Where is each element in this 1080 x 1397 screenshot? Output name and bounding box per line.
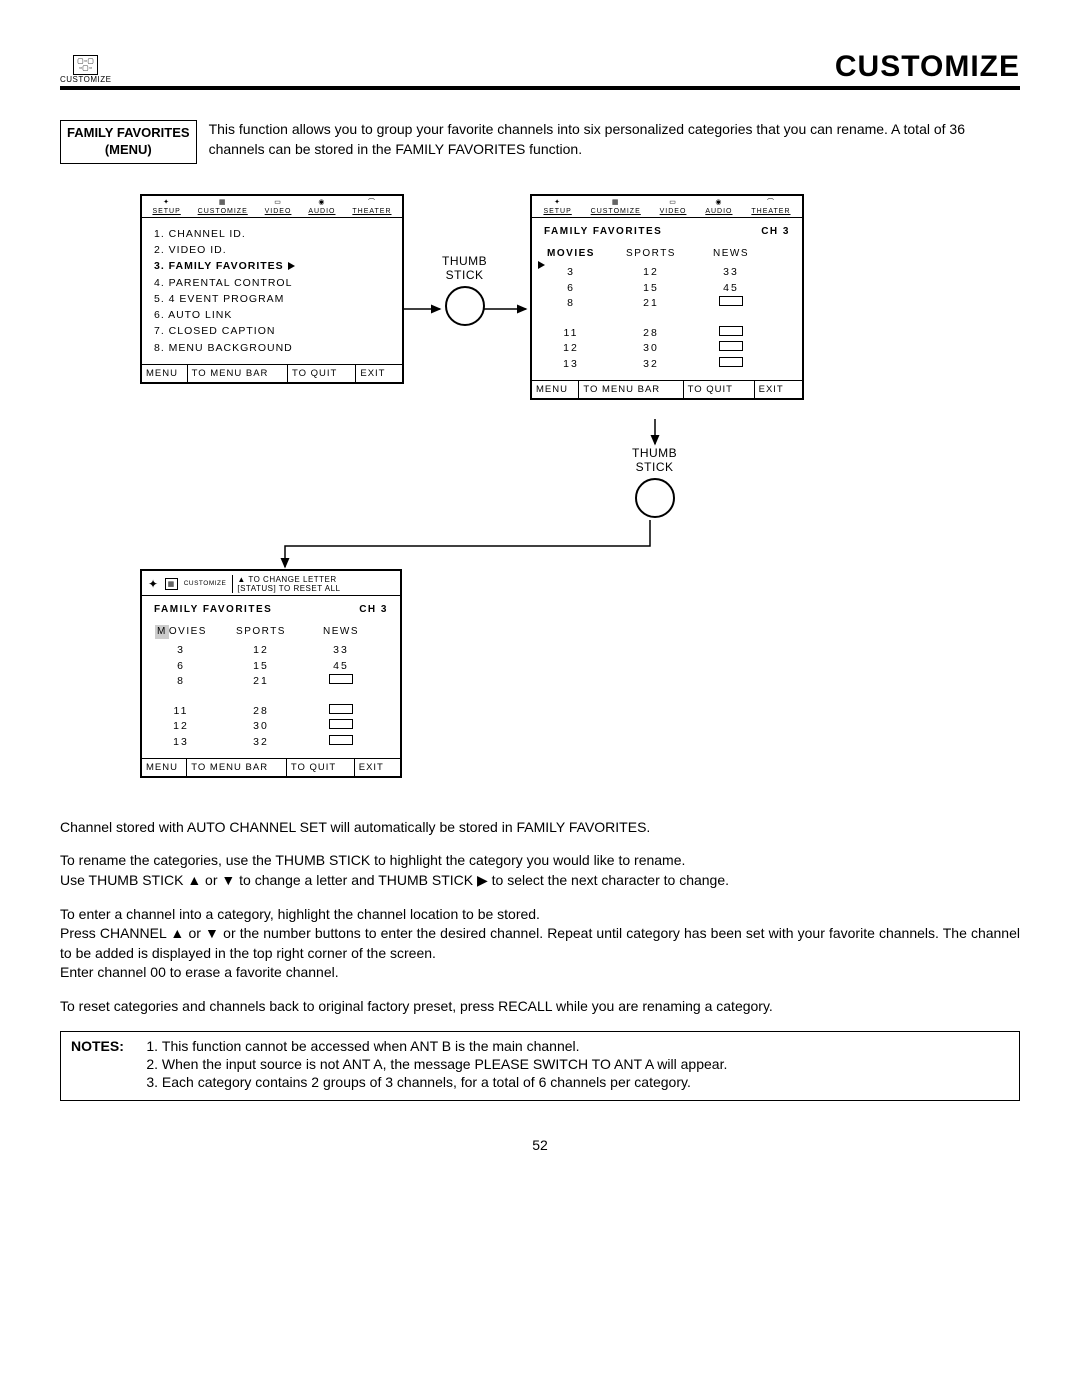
page-header: ▢▫▢▫▢▫ CUSTOMIZE CUSTOMIZE (60, 50, 1020, 90)
thumb-stick-label: THUMB STICK (442, 254, 487, 282)
footer-quit: TO QUIT (288, 365, 356, 382)
footer-menubar: TO MENU BAR (188, 365, 288, 382)
tab-setup: ✦SETUP (152, 199, 180, 215)
menu-item: 2. VIDEO ID. (154, 242, 390, 258)
osd-menu-list: 1. CHANNEL ID. 2. VIDEO ID. 3. FAMILY FA… (142, 218, 402, 364)
intro-box-line2: (MENU) (105, 142, 152, 157)
ff-categories: MOVIES 368 111213 SPORTS 121521 283032 N… (544, 247, 790, 372)
menu-item: 4. PARENTAL CONTROL (154, 275, 390, 291)
ff-cat-movies: MOVIES (544, 247, 598, 262)
menu-item: 1. CHANNEL ID. (154, 226, 390, 242)
body-p7: To reset categories and channels back to… (60, 997, 1020, 1017)
intro-box: FAMILY FAVORITES (MENU) (60, 120, 197, 164)
tab-video: ▭VIDEO (660, 199, 687, 215)
footer-menu: MENU (142, 365, 188, 382)
tab-audio: ◉AUDIO (308, 199, 335, 215)
notes-list: This function cannot be accessed when AN… (140, 1038, 727, 1092)
notes-box: NOTES: This function cannot be accessed … (60, 1031, 1020, 1101)
page-title: CUSTOMIZE (835, 50, 1020, 84)
osd-ff-body: FAMILY FAVORITES CH 3 MOVIES 368 111213 … (532, 218, 802, 380)
notes-item: When the input source is not ANT A, the … (162, 1056, 727, 1072)
menu-item: 7. CLOSED CAPTION (154, 323, 390, 339)
thumb-stick-1: THUMB STICK (442, 254, 487, 326)
thumb-stick-label: THUMB STICK (632, 446, 677, 474)
intro-text: This function allows you to group your f… (209, 120, 1020, 159)
header-icon: ▢▫▢▫▢▫ CUSTOMIZE (60, 55, 111, 84)
menu-item: 6. AUTO LINK (154, 307, 390, 323)
osd-panel-customize-menu: ✦SETUP ▦CUSTOMIZE ▭VIDEO ◉AUDIO ⌒THEATER… (140, 194, 404, 384)
notes-item: Each category contains 2 groups of 3 cha… (162, 1074, 727, 1090)
ff-cat-news: NEWS (704, 247, 758, 262)
osd-tabs: ✦SETUP ▦CUSTOMIZE ▭VIDEO ◉AUDIO ⌒THEATER (142, 196, 402, 218)
body-p5: Press CHANNEL ▲ or ▼ or the number butto… (60, 924, 1020, 963)
footer-exit: EXIT (356, 365, 402, 382)
body-p4: To enter a channel into a category, high… (60, 905, 1020, 925)
tab-theater: ⌒THEATER (751, 199, 790, 215)
rename-hint-1: ▲ TO CHANGE LETTER (237, 575, 340, 584)
menu-item: 8. MENU BACKGROUND (154, 340, 390, 356)
thumb-stick-2: THUMB STICK (632, 446, 677, 518)
notes-item: This function cannot be accessed when AN… (162, 1038, 727, 1054)
osd-rename-body: FAMILY FAVORITES CH 3 MOVIES 368 111213 … (142, 596, 400, 758)
osd-footer: MENUTO MENU BARTO QUITEXIT (532, 380, 802, 398)
body-text: Channel stored with AUTO CHANNEL SET wil… (60, 818, 1020, 1017)
tab-audio: ◉AUDIO (705, 199, 732, 215)
tab-video: ▭VIDEO (265, 199, 292, 215)
osd-footer: MENU TO MENU BAR TO QUIT EXIT (142, 364, 402, 382)
menu-item-selected: 3. FAMILY FAVORITES (154, 258, 390, 274)
header-icon-label: CUSTOMIZE (60, 75, 111, 84)
body-p1: Channel stored with AUTO CHANNEL SET wil… (60, 818, 1020, 838)
osd-panel-rename: ✦ ▦ CUSTOMIZE ▲ TO CHANGE LETTER [STATUS… (140, 569, 402, 778)
menu-item: 5. 4 EVENT PROGRAM (154, 291, 390, 307)
body-p6: Enter channel 00 to erase a favorite cha… (60, 963, 1020, 983)
ff-channel: CH 3 (761, 226, 790, 237)
ff-cat-sports: SPORTS (624, 247, 678, 262)
body-p3: Use THUMB STICK ▲ or ▼ to change a lette… (60, 871, 1020, 891)
intro-box-line1: FAMILY FAVORITES (67, 125, 190, 140)
notes-label: NOTES: (71, 1038, 130, 1092)
tab-setup: ✦SETUP (543, 199, 571, 215)
diagram: ✦SETUP ▦CUSTOMIZE ▭VIDEO ◉AUDIO ⌒THEATER… (130, 194, 950, 794)
tab-customize: ▦CUSTOMIZE (591, 199, 641, 215)
page-number: 52 (60, 1137, 1020, 1153)
ff-cat-movies-edit: MOVIES (154, 625, 208, 640)
osd-panel-family-favorites: ✦SETUP ▦CUSTOMIZE ▭VIDEO ◉AUDIO ⌒THEATER… (530, 194, 804, 400)
rename-hint-2: [STATUS] TO RESET ALL (237, 584, 340, 593)
body-p2: To rename the categories, use the THUMB … (60, 851, 1020, 871)
thumb-stick-ring (445, 286, 485, 326)
tab-theater: ⌒THEATER (352, 199, 391, 215)
ff-title: FAMILY FAVORITES (544, 226, 662, 237)
tab-customize: ▦CUSTOMIZE (198, 199, 248, 215)
osd-tabs: ✦SETUP ▦CUSTOMIZE ▭VIDEO ◉AUDIO ⌒THEATER (532, 196, 802, 218)
section-intro: FAMILY FAVORITES (MENU) This function al… (60, 120, 1020, 164)
